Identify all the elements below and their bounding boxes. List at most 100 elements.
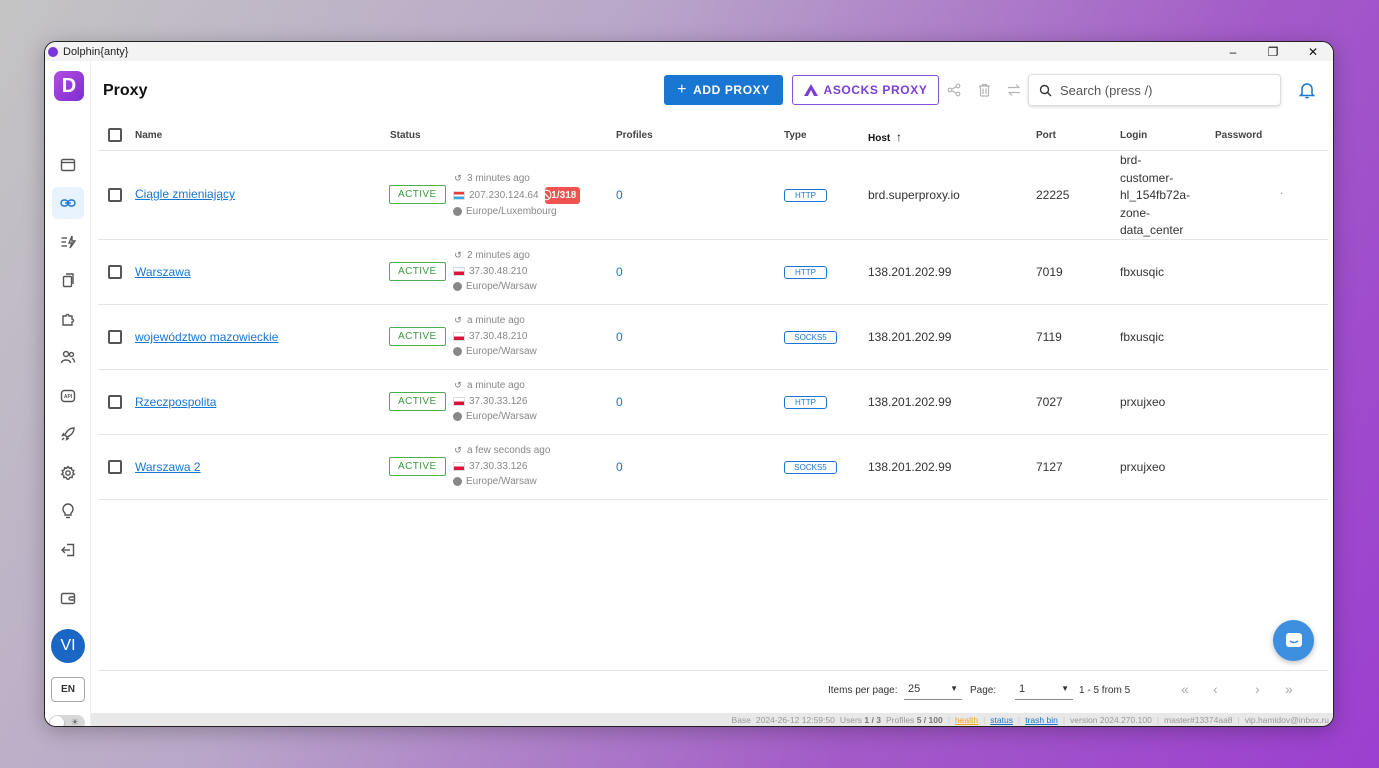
sidebar-item-proxy[interactable] <box>52 187 84 219</box>
restore-button[interactable]: ❐ <box>1253 42 1293 61</box>
share-icon[interactable] <box>946 82 962 98</box>
sidebar-item-tips[interactable] <box>52 495 84 527</box>
sidebar-item-users[interactable] <box>52 341 84 373</box>
select-all-checkbox[interactable] <box>108 128 122 142</box>
next-page-icon[interactable]: › <box>1255 681 1260 697</box>
proxy-name-link[interactable]: Warszawa 2 <box>135 460 201 474</box>
svg-text:API: API <box>64 394 73 400</box>
timezone: Europe/Warsaw <box>466 411 537 422</box>
page-select[interactable]: 1 ▼ <box>1015 678 1073 700</box>
login: prxujxeo <box>1120 460 1166 474</box>
sidebar: D API VI EN ☀ <box>45 61 91 726</box>
profiles-count[interactable]: 0 <box>616 188 623 202</box>
page-header: Proxy + ADD PROXY ASOCKS PROXY <box>91 61 1333 121</box>
timezone: Europe/Warsaw <box>466 476 537 487</box>
host: brd.superproxy.io <box>868 188 960 202</box>
blocked-badge: ⃠ 1/318 <box>544 186 581 204</box>
trash-icon[interactable] <box>976 82 992 98</box>
items-per-page-select[interactable]: 25 ▼ <box>904 678 962 700</box>
first-page-icon[interactable]: « <box>1181 681 1189 697</box>
profiles-count[interactable]: 0 <box>616 265 623 279</box>
table-row[interactable]: Warszawa 2 ACTIVE ↺ a few seconds ago 37.… <box>98 435 1328 500</box>
chat-icon <box>1285 632 1302 647</box>
clock-icon <box>453 282 462 292</box>
sidebar-item-automation[interactable] <box>52 226 84 258</box>
page-range: 1 - 5 from 5 <box>1079 685 1131 696</box>
proxy-name-link[interactable]: Warszawa <box>135 265 191 279</box>
rocket-icon <box>61 427 75 441</box>
row-checkbox[interactable] <box>108 395 122 409</box>
sidebar-item-wallet[interactable] <box>52 582 84 614</box>
theme-toggle[interactable]: ☀ <box>49 715 85 727</box>
type-badge: HTTP <box>784 266 827 279</box>
add-proxy-button[interactable]: + ADD PROXY <box>664 75 783 105</box>
proxy-ip: 37.30.48.210 <box>469 330 528 342</box>
last-page-icon[interactable]: » <box>1285 681 1293 697</box>
proxy-name-link[interactable]: województwo mazowieckie <box>135 330 278 344</box>
login-line: customer- <box>1120 170 1174 185</box>
port: 7127 <box>1036 460 1063 474</box>
profiles-count[interactable]: 0 <box>616 330 623 344</box>
flag-luxembourg-icon <box>453 190 465 200</box>
sort-arrow-up-icon: ↑ <box>896 130 903 144</box>
sidebar-item-logout[interactable] <box>52 534 84 566</box>
col-type[interactable]: Type <box>784 130 807 141</box>
status-link[interactable]: status <box>990 715 1013 725</box>
close-button[interactable]: ✕ <box>1293 42 1333 61</box>
col-password[interactable]: Password <box>1215 130 1262 141</box>
sun-icon: ☀ <box>70 717 79 727</box>
sidebar-item-bookmarks[interactable] <box>52 264 84 296</box>
sidebar-item-extensions[interactable] <box>52 303 84 335</box>
col-port[interactable]: Port <box>1036 130 1056 141</box>
profiles-count[interactable]: 0 <box>616 460 623 474</box>
page-label: Page: <box>970 685 997 696</box>
proxy-name-link[interactable]: Ciągle zmieniający <box>135 187 235 201</box>
title-bar: Dolphin{anty} – ❐ ✕ <box>45 42 1333 61</box>
timezone: Europe/Warsaw <box>466 281 537 292</box>
checked-ago: a minute ago <box>467 380 525 391</box>
col-status[interactable]: Status <box>390 130 421 141</box>
bell-icon[interactable] <box>1297 80 1317 100</box>
proxy-name-link[interactable]: Rzeczpospolita <box>135 395 216 409</box>
col-name[interactable]: Name <box>135 130 162 141</box>
browser-window-icon <box>60 158 76 172</box>
puzzle-icon <box>62 313 75 326</box>
avatar[interactable]: VI <box>51 629 85 663</box>
minimize-button[interactable]: – <box>1213 42 1253 61</box>
col-host[interactable]: Host ↑ <box>868 130 902 144</box>
list-bolt-icon <box>61 235 76 249</box>
col-login[interactable]: Login <box>1120 130 1147 141</box>
row-checkbox[interactable] <box>108 188 122 202</box>
lightbulb-icon <box>62 503 74 519</box>
table-row[interactable]: Ciągle zmieniający ACTIVE ↺ 3 minutes ago… <box>98 151 1328 240</box>
user-email: vip.hamidov@inbox.ru <box>1244 714 1329 725</box>
prev-page-icon[interactable]: ‹ <box>1213 681 1218 697</box>
dropdown-arrow-icon: ▼ <box>950 684 958 693</box>
language-selector[interactable]: EN <box>51 677 85 702</box>
login-line: zone- <box>1120 205 1151 220</box>
row-checkbox[interactable] <box>108 330 122 344</box>
table-row[interactable]: województwo mazowieckie ACTIVE ↺ a minute… <box>98 305 1328 370</box>
sidebar-item-browsers[interactable] <box>52 149 84 181</box>
table-row[interactable]: Warszawa ACTIVE ↺ 2 minutes ago 37.30.48.… <box>98 240 1328 305</box>
asocks-proxy-button[interactable]: ASOCKS PROXY <box>792 75 939 105</box>
swap-icon[interactable] <box>1006 82 1022 98</box>
sidebar-item-api[interactable]: API <box>52 380 84 412</box>
sidebar-item-launch[interactable] <box>52 418 84 450</box>
table-row[interactable]: Rzeczpospolita ACTIVE ↺ a minute ago 37.3… <box>98 370 1328 435</box>
health-link[interactable]: health <box>955 715 978 725</box>
wallet-icon <box>60 592 76 605</box>
trash-bin-link[interactable]: trash bin <box>1025 715 1058 725</box>
status-bar: Base 2024-26-12 12:59:50 Users 1 / 3 Pro… <box>91 713 1333 726</box>
sidebar-item-settings[interactable] <box>52 457 84 489</box>
profiles-count[interactable]: 0 <box>616 395 623 409</box>
row-checkbox[interactable] <box>108 460 122 474</box>
row-checkbox[interactable] <box>108 265 122 279</box>
dolphin-logo[interactable]: D <box>54 71 84 101</box>
password: . <box>1280 183 1284 197</box>
col-profiles[interactable]: Profiles <box>616 130 653 141</box>
profiles-stat: Profiles 5 / 100 <box>886 715 943 725</box>
chat-support-button[interactable] <box>1273 620 1314 661</box>
search-box[interactable] <box>1028 74 1281 106</box>
search-input[interactable] <box>1060 82 1260 98</box>
